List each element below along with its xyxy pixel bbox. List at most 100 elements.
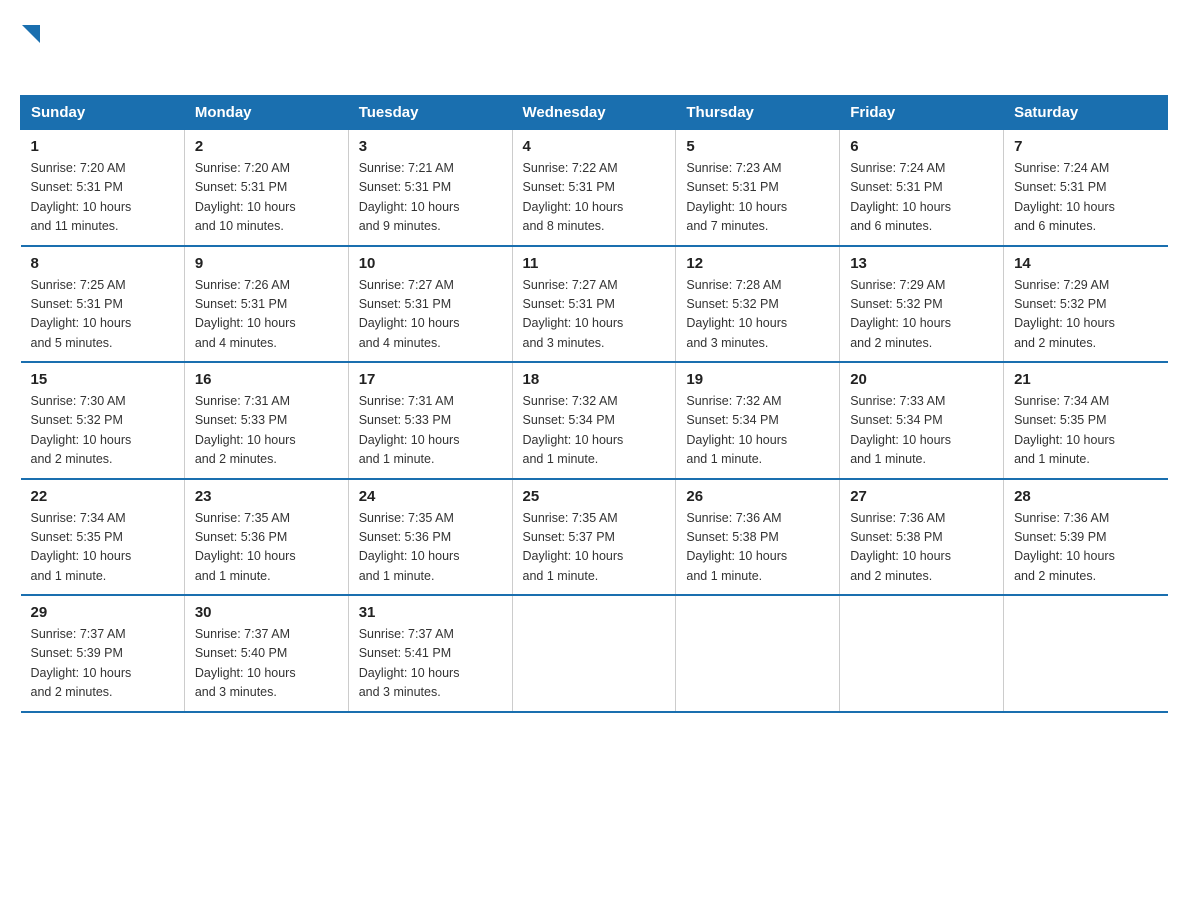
day-number: 23 xyxy=(195,488,338,505)
calendar-cell: 22 Sunrise: 7:34 AMSunset: 5:35 PMDaylig… xyxy=(21,479,185,596)
calendar-cell xyxy=(512,595,676,712)
day-number: 2 xyxy=(195,138,338,155)
calendar-cell: 16 Sunrise: 7:31 AMSunset: 5:33 PMDaylig… xyxy=(184,362,348,479)
calendar-cell: 4 Sunrise: 7:22 AMSunset: 5:31 PMDayligh… xyxy=(512,130,676,246)
calendar-cell: 6 Sunrise: 7:24 AMSunset: 5:31 PMDayligh… xyxy=(840,130,1004,246)
day-number: 9 xyxy=(195,255,338,272)
day-number: 25 xyxy=(523,488,666,505)
calendar-cell: 1 Sunrise: 7:20 AMSunset: 5:31 PMDayligh… xyxy=(21,130,185,246)
day-info: Sunrise: 7:28 AMSunset: 5:32 PMDaylight:… xyxy=(686,278,787,350)
day-info: Sunrise: 7:32 AMSunset: 5:34 PMDaylight:… xyxy=(523,394,624,466)
calendar-cell: 17 Sunrise: 7:31 AMSunset: 5:33 PMDaylig… xyxy=(348,362,512,479)
calendar-cell: 18 Sunrise: 7:32 AMSunset: 5:34 PMDaylig… xyxy=(512,362,676,479)
calendar-cell: 28 Sunrise: 7:36 AMSunset: 5:39 PMDaylig… xyxy=(1004,479,1168,596)
calendar-cell: 7 Sunrise: 7:24 AMSunset: 5:31 PMDayligh… xyxy=(1004,130,1168,246)
day-number: 26 xyxy=(686,488,829,505)
calendar-cell: 3 Sunrise: 7:21 AMSunset: 5:31 PMDayligh… xyxy=(348,130,512,246)
calendar-table: SundayMondayTuesdayWednesdayThursdayFrid… xyxy=(20,95,1168,713)
calendar-cell: 25 Sunrise: 7:35 AMSunset: 5:37 PMDaylig… xyxy=(512,479,676,596)
day-number: 7 xyxy=(1014,138,1157,155)
day-info: Sunrise: 7:35 AMSunset: 5:36 PMDaylight:… xyxy=(359,511,460,583)
day-info: Sunrise: 7:33 AMSunset: 5:34 PMDaylight:… xyxy=(850,394,951,466)
day-info: Sunrise: 7:34 AMSunset: 5:35 PMDaylight:… xyxy=(1014,394,1115,466)
calendar-week-row: 15 Sunrise: 7:30 AMSunset: 5:32 PMDaylig… xyxy=(21,362,1168,479)
day-number: 15 xyxy=(31,371,174,388)
calendar-week-row: 1 Sunrise: 7:20 AMSunset: 5:31 PMDayligh… xyxy=(21,130,1168,246)
day-number: 30 xyxy=(195,604,338,621)
header-saturday: Saturday xyxy=(1004,96,1168,130)
day-number: 28 xyxy=(1014,488,1157,505)
day-number: 19 xyxy=(686,371,829,388)
day-number: 27 xyxy=(850,488,993,505)
header-tuesday: Tuesday xyxy=(348,96,512,130)
calendar-cell: 26 Sunrise: 7:36 AMSunset: 5:38 PMDaylig… xyxy=(676,479,840,596)
day-number: 6 xyxy=(850,138,993,155)
calendar-cell: 23 Sunrise: 7:35 AMSunset: 5:36 PMDaylig… xyxy=(184,479,348,596)
day-number: 20 xyxy=(850,371,993,388)
day-number: 8 xyxy=(31,255,174,272)
day-info: Sunrise: 7:35 AMSunset: 5:36 PMDaylight:… xyxy=(195,511,296,583)
calendar-week-row: 29 Sunrise: 7:37 AMSunset: 5:39 PMDaylig… xyxy=(21,595,1168,712)
day-number: 13 xyxy=(850,255,993,272)
calendar-cell: 20 Sunrise: 7:33 AMSunset: 5:34 PMDaylig… xyxy=(840,362,1004,479)
day-info: Sunrise: 7:26 AMSunset: 5:31 PMDaylight:… xyxy=(195,278,296,350)
calendar-cell: 29 Sunrise: 7:37 AMSunset: 5:39 PMDaylig… xyxy=(21,595,185,712)
day-number: 21 xyxy=(1014,371,1157,388)
day-info: Sunrise: 7:27 AMSunset: 5:31 PMDaylight:… xyxy=(359,278,460,350)
day-info: Sunrise: 7:36 AMSunset: 5:38 PMDaylight:… xyxy=(686,511,787,583)
day-number: 3 xyxy=(359,138,502,155)
day-number: 14 xyxy=(1014,255,1157,272)
calendar-cell: 30 Sunrise: 7:37 AMSunset: 5:40 PMDaylig… xyxy=(184,595,348,712)
calendar-cell: 11 Sunrise: 7:27 AMSunset: 5:31 PMDaylig… xyxy=(512,246,676,363)
calendar-cell: 5 Sunrise: 7:23 AMSunset: 5:31 PMDayligh… xyxy=(676,130,840,246)
day-info: Sunrise: 7:27 AMSunset: 5:31 PMDaylight:… xyxy=(523,278,624,350)
day-info: Sunrise: 7:37 AMSunset: 5:41 PMDaylight:… xyxy=(359,627,460,699)
calendar-cell xyxy=(1004,595,1168,712)
day-info: Sunrise: 7:25 AMSunset: 5:31 PMDaylight:… xyxy=(31,278,132,350)
day-number: 29 xyxy=(31,604,174,621)
day-number: 10 xyxy=(359,255,502,272)
logo-arrow-icon xyxy=(22,25,40,43)
day-number: 17 xyxy=(359,371,502,388)
day-info: Sunrise: 7:23 AMSunset: 5:31 PMDaylight:… xyxy=(686,161,787,233)
day-info: Sunrise: 7:37 AMSunset: 5:39 PMDaylight:… xyxy=(31,627,132,699)
calendar-cell: 2 Sunrise: 7:20 AMSunset: 5:31 PMDayligh… xyxy=(184,130,348,246)
day-info: Sunrise: 7:24 AMSunset: 5:31 PMDaylight:… xyxy=(1014,161,1115,233)
calendar-cell: 19 Sunrise: 7:32 AMSunset: 5:34 PMDaylig… xyxy=(676,362,840,479)
day-info: Sunrise: 7:21 AMSunset: 5:31 PMDaylight:… xyxy=(359,161,460,233)
day-number: 18 xyxy=(523,371,666,388)
calendar-cell xyxy=(840,595,1004,712)
day-info: Sunrise: 7:29 AMSunset: 5:32 PMDaylight:… xyxy=(850,278,951,350)
page-header xyxy=(20,20,1168,79)
day-number: 24 xyxy=(359,488,502,505)
day-number: 31 xyxy=(359,604,502,621)
calendar-week-row: 22 Sunrise: 7:34 AMSunset: 5:35 PMDaylig… xyxy=(21,479,1168,596)
calendar-cell: 9 Sunrise: 7:26 AMSunset: 5:31 PMDayligh… xyxy=(184,246,348,363)
day-info: Sunrise: 7:35 AMSunset: 5:37 PMDaylight:… xyxy=(523,511,624,583)
header-monday: Monday xyxy=(184,96,348,130)
header-friday: Friday xyxy=(840,96,1004,130)
day-number: 4 xyxy=(523,138,666,155)
logo xyxy=(20,20,40,79)
day-number: 12 xyxy=(686,255,829,272)
day-number: 11 xyxy=(523,255,666,272)
calendar-cell: 10 Sunrise: 7:27 AMSunset: 5:31 PMDaylig… xyxy=(348,246,512,363)
day-info: Sunrise: 7:31 AMSunset: 5:33 PMDaylight:… xyxy=(195,394,296,466)
day-number: 22 xyxy=(31,488,174,505)
calendar-cell: 31 Sunrise: 7:37 AMSunset: 5:41 PMDaylig… xyxy=(348,595,512,712)
calendar-cell: 13 Sunrise: 7:29 AMSunset: 5:32 PMDaylig… xyxy=(840,246,1004,363)
day-info: Sunrise: 7:36 AMSunset: 5:38 PMDaylight:… xyxy=(850,511,951,583)
calendar-week-row: 8 Sunrise: 7:25 AMSunset: 5:31 PMDayligh… xyxy=(21,246,1168,363)
calendar-cell: 27 Sunrise: 7:36 AMSunset: 5:38 PMDaylig… xyxy=(840,479,1004,596)
day-info: Sunrise: 7:30 AMSunset: 5:32 PMDaylight:… xyxy=(31,394,132,466)
day-info: Sunrise: 7:31 AMSunset: 5:33 PMDaylight:… xyxy=(359,394,460,466)
day-number: 1 xyxy=(31,138,174,155)
day-info: Sunrise: 7:36 AMSunset: 5:39 PMDaylight:… xyxy=(1014,511,1115,583)
day-info: Sunrise: 7:20 AMSunset: 5:31 PMDaylight:… xyxy=(31,161,132,233)
calendar-cell: 8 Sunrise: 7:25 AMSunset: 5:31 PMDayligh… xyxy=(21,246,185,363)
calendar-cell: 24 Sunrise: 7:35 AMSunset: 5:36 PMDaylig… xyxy=(348,479,512,596)
day-info: Sunrise: 7:34 AMSunset: 5:35 PMDaylight:… xyxy=(31,511,132,583)
day-number: 16 xyxy=(195,371,338,388)
header-sunday: Sunday xyxy=(21,96,185,130)
calendar-cell: 15 Sunrise: 7:30 AMSunset: 5:32 PMDaylig… xyxy=(21,362,185,479)
